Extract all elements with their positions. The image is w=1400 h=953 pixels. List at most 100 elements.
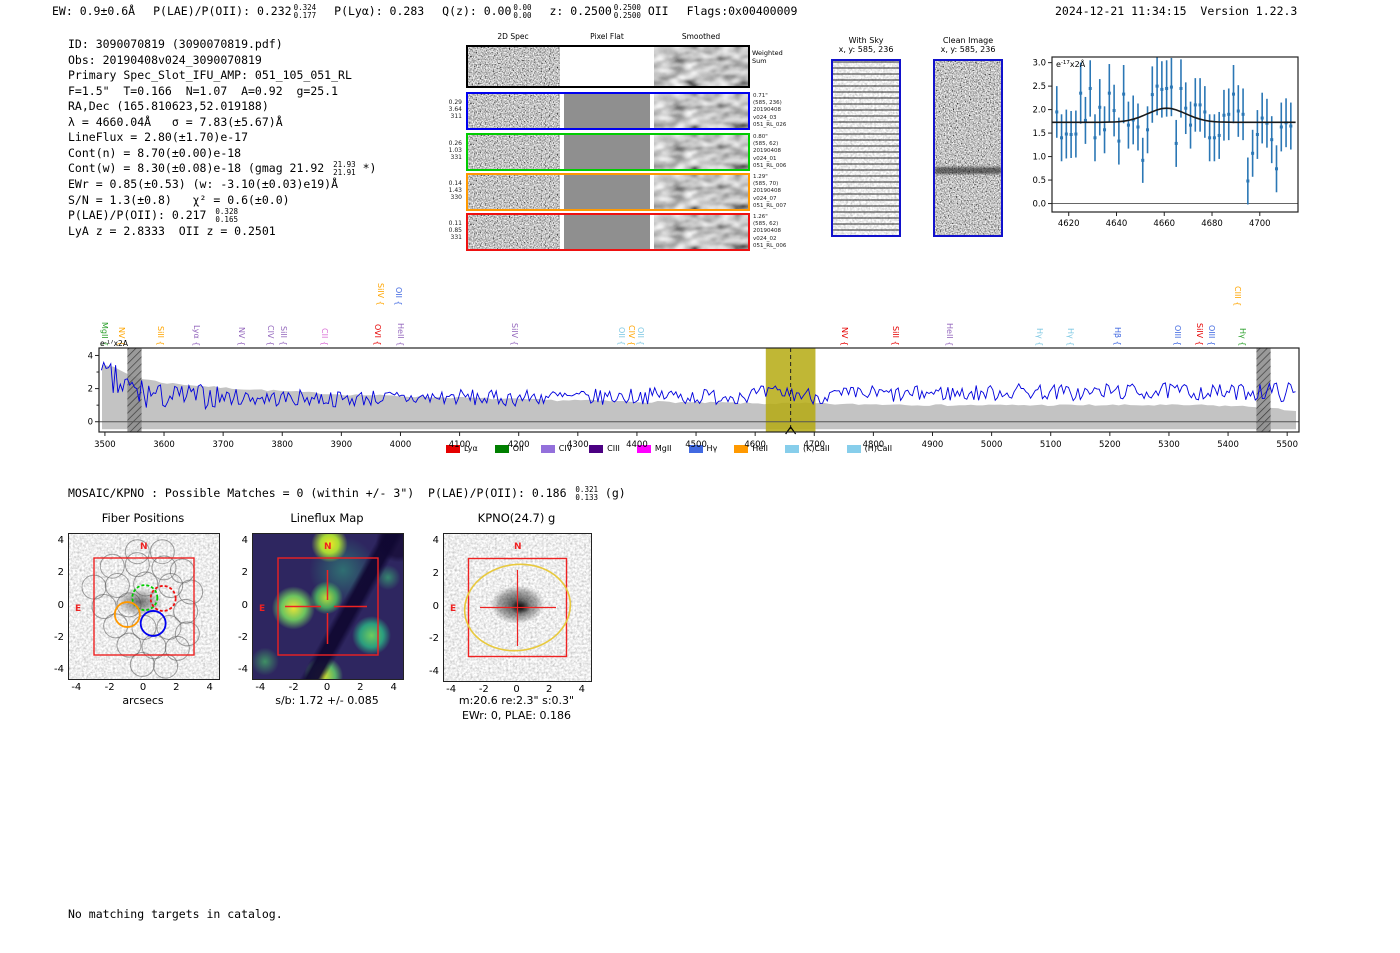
fiber-circle: [151, 555, 177, 581]
axis-tick-label: 4: [241, 535, 248, 547]
fiber-row-id: 0.80" (585, 62) 20190408 v024_01 051_RL_006: [753, 134, 787, 169]
info-line: LineFlux = 2.80(±1.70)e-17: [68, 130, 249, 144]
header-metric: P(Lyα): 0.283: [334, 4, 425, 18]
svg-text:4500: 4500: [685, 440, 707, 450]
header-metric: z: 0.2500 0.2500 0.2500 OII: [549, 3, 669, 20]
svg-text:3500: 3500: [94, 440, 116, 450]
spectral-line-label: CIII {: [1233, 285, 1242, 306]
svg-text:2: 2: [88, 385, 93, 395]
emission-line-zoom-chart: 4620 4640 4660 4680 4700 0.0 0.5 1.0 1.5 2.0 2.5 3.…: [1032, 56, 1299, 229]
svg-text:3800: 3800: [271, 440, 293, 450]
fiber-cutout-row: [466, 173, 750, 211]
axis-tick-label: 4: [432, 535, 439, 547]
fiber-pixelflat-image: [564, 175, 650, 209]
selected-fiber-circle: [139, 610, 167, 637]
svg-text:4620: 4620: [1058, 219, 1080, 229]
axis-tick-label: 2: [545, 684, 553, 695]
fiber-pixelflat-image: [564, 215, 650, 249]
axis-tick-label: 4: [578, 684, 586, 695]
svg-text:4800: 4800: [863, 440, 885, 450]
fiber-2dspec-image: [468, 135, 560, 169]
axis-tick-label: -2: [288, 682, 299, 693]
axis-tick-label: 0: [323, 682, 331, 693]
info-line: EWr = 0.85(±0.53) (w: -3.10(±0.03)e19)Å: [68, 177, 339, 191]
axis-tick-label: 0: [139, 682, 147, 693]
svg-text:0.5: 0.5: [1032, 176, 1046, 186]
lineflux-caption: s/b: 1.72 +/- 0.085: [275, 694, 379, 707]
fiber-cutout-row: [466, 92, 750, 130]
axis-tick-label: 4: [57, 535, 64, 547]
svg-text:4900: 4900: [922, 440, 944, 450]
axis-tick-label: 2: [432, 567, 439, 579]
fiber-row-id: 1.29" (585, 70) 20190408 v024_07 051_RL_007: [753, 174, 787, 209]
svg-text:5300: 5300: [1158, 440, 1180, 450]
fiber-circle: [124, 552, 150, 578]
axis-tick-label: 0: [57, 599, 64, 611]
sky-stripes: [833, 61, 899, 235]
fiber-pixelflat-image: [564, 135, 650, 169]
fiber-2dspec-image: [468, 215, 560, 249]
fiber-smoothed-image: [654, 94, 748, 128]
axis-tick-label: -4: [255, 682, 266, 693]
axis-tick-label: 4: [390, 682, 397, 693]
detection-info-block: ID: 3090070819 (3090070819.pdf) Obs: 2019…: [68, 37, 376, 240]
info-line: λ = 4660.04Å σ = 7.83(±5.67)Å: [68, 114, 283, 129]
header-metrics: EW: 0.9±0.6Å P(LAE)/P(OII): 0.232 0.324 0.1…: [52, 4, 797, 20]
svg-text:5400: 5400: [1217, 440, 1239, 450]
stacked-uncertainty: 0.2500 0.2500: [613, 3, 641, 20]
fiber-row-weights: 0.29 3.64 311: [448, 99, 462, 120]
svg-text:4: 4: [88, 351, 93, 361]
stacked-uncertainty: 0.321 0.133: [575, 485, 598, 502]
axis-tick-label: 0: [432, 600, 439, 612]
svg-text:4400: 4400: [626, 440, 648, 450]
svg-text:1.5: 1.5: [1032, 129, 1046, 139]
axis-tick-label: -2: [478, 684, 489, 695]
compass-east-label: E: [259, 604, 265, 614]
header-metric: P(LAE)/P(OII): 0.232 0.324 0.177: [153, 3, 317, 20]
axis-tick-label: -4: [429, 665, 439, 677]
info-line: LyA z = 2.8333 OII z = 0.2501: [68, 224, 276, 238]
compass-east-label: E: [450, 604, 456, 614]
axis-tick-label: 2: [357, 682, 364, 693]
fiber-circle: [153, 653, 179, 679]
compass-north-label: N: [514, 542, 522, 552]
col-header-pixelflat: Pixel Flat: [590, 32, 624, 41]
clean-dark-band: [935, 167, 1001, 175]
stacked-uncertainty: 0.00 0.00: [513, 3, 532, 20]
svg-text:4700: 4700: [1249, 219, 1271, 229]
weighted-2dspec-image: [468, 47, 560, 86]
axis-tick-label: -2: [54, 631, 64, 643]
header-metric: Flags:0x00400009: [686, 4, 798, 18]
svg-text:4000: 4000: [390, 440, 412, 450]
axis-tick-label: 2: [57, 567, 64, 579]
fiber-circle: [133, 571, 159, 597]
fiber-2dspec-image: [468, 94, 560, 128]
svg-text:4700: 4700: [803, 440, 825, 450]
timestamp: 2024-12-21 11:34:15: [1055, 4, 1187, 18]
axis-tick-label: -4: [54, 663, 64, 675]
svg-text:0.0: 0.0: [1032, 200, 1046, 210]
svg-text:4640: 4640: [1106, 219, 1128, 229]
weighted-pixelflat-image: [564, 47, 650, 86]
withsky-image: [831, 59, 901, 237]
fiber-positions-image: N E: [68, 533, 220, 680]
fiber-cutout-row: [466, 213, 750, 251]
weighted-smoothed-image: [654, 47, 748, 86]
axis-tick-label: -4: [71, 682, 82, 693]
svg-text:3700: 3700: [212, 440, 234, 450]
kpno-image: N E: [443, 533, 592, 682]
fiber-row-weights: 0.26 1.03 331: [448, 140, 462, 161]
kpno-overlay: N E: [450, 542, 572, 658]
axis-tick-label: -2: [238, 631, 248, 643]
weighted-sum-label: Weighted Sum: [752, 49, 783, 65]
fiber-circle: [149, 539, 175, 565]
svg-text:e-17x2Å: e-17x2Å: [1056, 58, 1086, 69]
kpno-caption-1: m:20.6 re:2.3" s:0.3": [458, 694, 575, 707]
col-header-smoothed: Smoothed: [681, 32, 721, 41]
compass-north-label: N: [140, 542, 148, 552]
svg-text:4300: 4300: [567, 440, 589, 450]
fiber-circle: [169, 558, 195, 584]
kpno-caption-2: EWr: 0, PLAE: 0.186: [461, 709, 572, 722]
col-header-2dspec: 2D Spec: [497, 32, 529, 41]
lineflux-overlay: N E: [259, 542, 379, 656]
